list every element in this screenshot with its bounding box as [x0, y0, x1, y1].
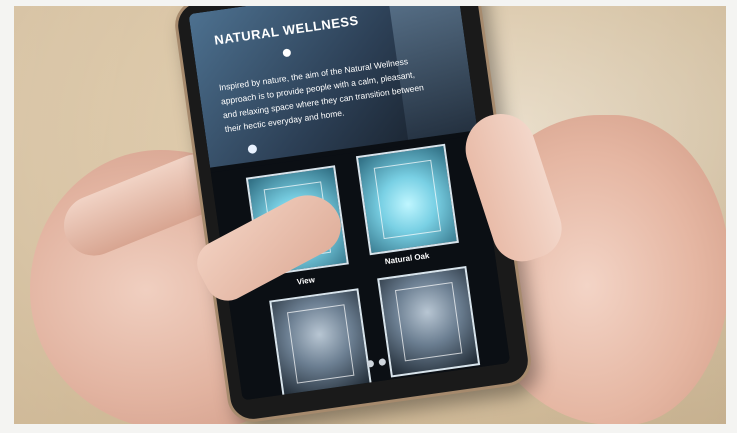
frame-border: [0, 424, 737, 433]
design-tile-3[interactable]: [269, 288, 373, 400]
hero-dot-icon: [282, 48, 292, 58]
page-dot[interactable]: [366, 359, 375, 368]
page-dot[interactable]: [378, 358, 387, 367]
photo: NATURAL WELLNESS Inspired by nature, the…: [0, 0, 737, 433]
design-tile-natural-oak[interactable]: [355, 143, 459, 256]
phone-screen[interactable]: NATURAL WELLNESS Inspired by nature, the…: [188, 0, 511, 401]
tile-label: Natural Oak: [384, 251, 430, 267]
design-tile-4[interactable]: [377, 265, 481, 378]
frame-border: [0, 0, 737, 6]
hotspot-dot-icon[interactable]: [247, 143, 258, 155]
frame-border: [0, 0, 14, 433]
page-indicator[interactable]: [366, 351, 392, 372]
frame-border: [726, 0, 737, 433]
tile-label: View: [296, 275, 316, 287]
smartphone: NATURAL WELLNESS Inspired by nature, the…: [171, 0, 535, 426]
hero-title: NATURAL WELLNESS: [213, 12, 360, 48]
hero-description: Inspired by nature, the aim of the Natur…: [218, 56, 425, 135]
